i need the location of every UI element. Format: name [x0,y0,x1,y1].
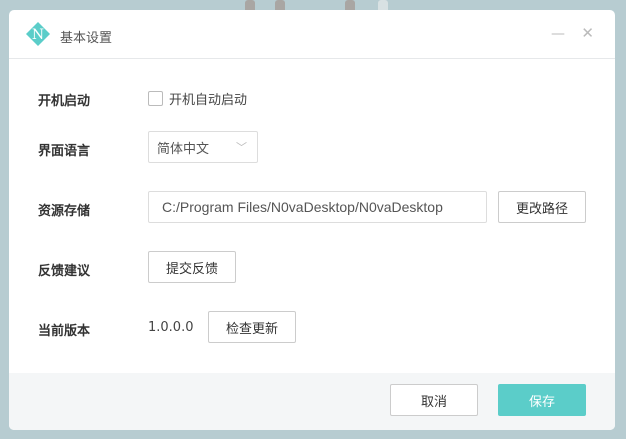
change-path-button[interactable]: 更改路径 [498,191,586,223]
startup-checkbox-label: 开机自动启动 [169,93,248,108]
feedback-label: 反馈建议 [38,264,91,279]
storage-path-input[interactable]: C:/Program Files/N0vaDesktop/N0vaDesktop [148,191,487,223]
cancel-button[interactable]: 取消 [390,384,478,416]
language-select[interactable]: 简体中文 ﹀ [148,131,258,163]
checkbox[interactable] [148,91,163,106]
submit-feedback-button[interactable]: 提交反馈 [148,251,236,283]
startup-checkbox[interactable]: 开机自动启动 [148,89,247,108]
storage-label: 资源存储 [38,204,91,219]
svg-text:N: N [32,27,44,43]
save-button[interactable]: 保存 [498,384,586,416]
version-label: 当前版本 [38,324,91,339]
language-value: 简体中文 [157,141,210,157]
language-label: 界面语言 [38,144,91,159]
app-logo-icon: N [26,22,50,46]
chevron-down-icon: ﹀ [236,141,247,154]
startup-label: 开机启动 [38,94,91,109]
settings-dialog: N 基本设置 — ✕ 开机启动 开机自动启动 界面语言 简体中文 ﹀ 资源存储 … [9,10,615,430]
version-value: 1.0.0.0 [148,319,194,335]
dialog-footer: 取消 保存 [9,373,615,430]
dialog-title: 基本设置 [60,31,113,46]
minimize-button[interactable]: — [551,26,565,42]
close-button[interactable]: ✕ [581,24,594,42]
title-bar: N 基本设置 — ✕ [9,10,615,59]
check-update-button[interactable]: 检查更新 [208,311,296,343]
